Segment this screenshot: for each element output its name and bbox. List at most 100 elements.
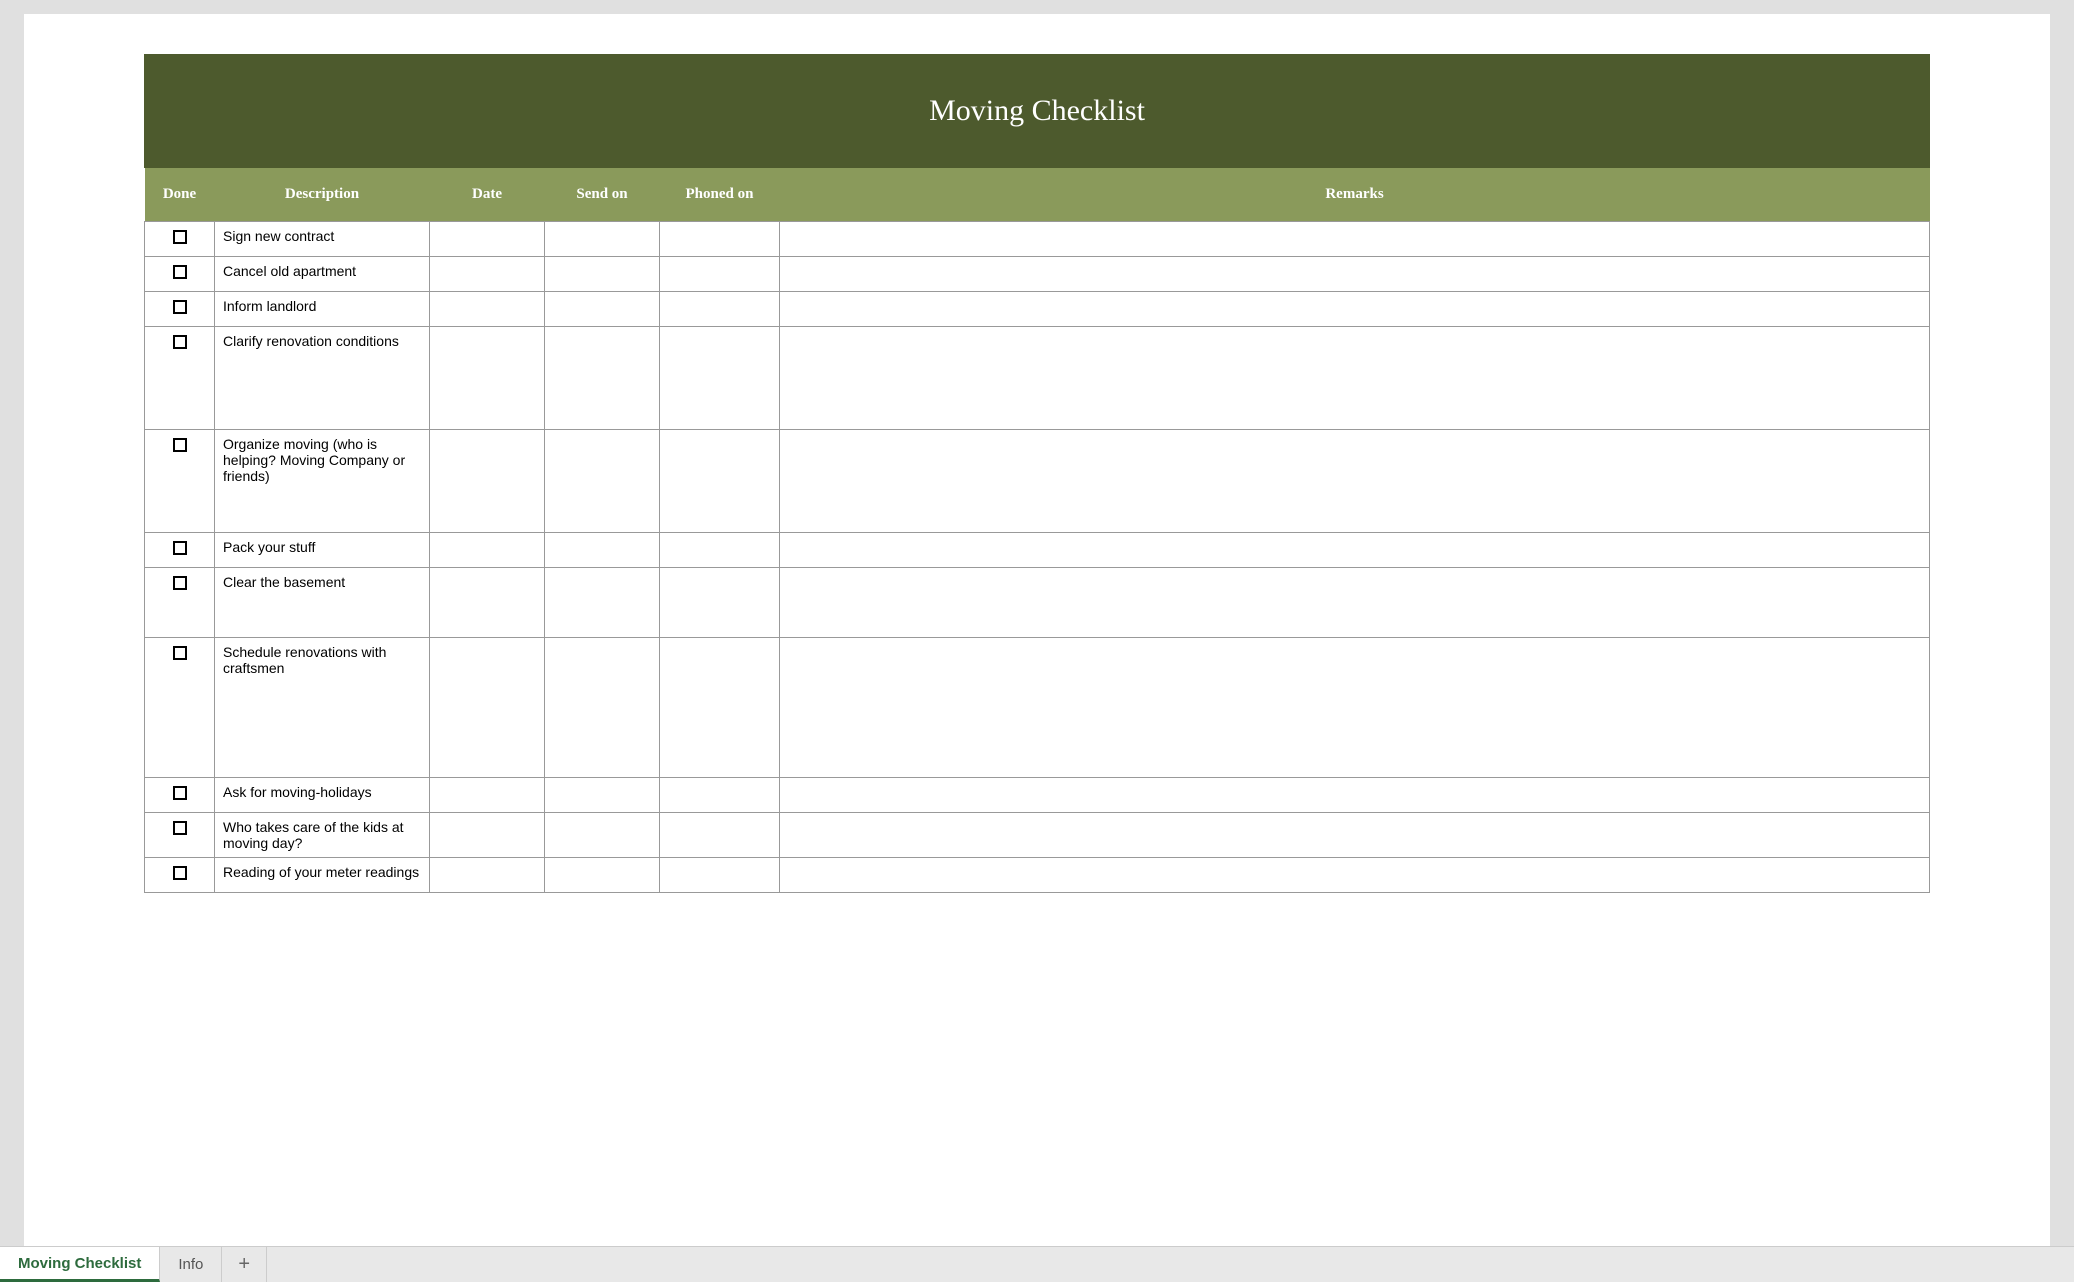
checkbox-icon[interactable] xyxy=(173,265,187,279)
sendon-cell[interactable] xyxy=(545,257,660,292)
description-cell[interactable]: Schedule renovations with craftsmen xyxy=(215,638,430,778)
sendon-cell[interactable] xyxy=(545,222,660,257)
table-row: Organize moving (who is helping? Moving … xyxy=(145,430,1930,533)
description-cell[interactable]: Who takes care of the kids at moving day… xyxy=(215,813,430,858)
description-cell[interactable]: Sign new contract xyxy=(215,222,430,257)
description-cell[interactable]: Reading of your meter readings xyxy=(215,858,430,893)
date-cell[interactable] xyxy=(430,430,545,533)
sendon-cell[interactable] xyxy=(545,327,660,430)
table-row: Ask for moving-holidays xyxy=(145,778,1930,813)
phonedon-cell[interactable] xyxy=(660,430,780,533)
remarks-cell[interactable] xyxy=(780,292,1930,327)
sheet-tab[interactable]: Moving Checklist xyxy=(0,1247,160,1282)
date-cell[interactable] xyxy=(430,257,545,292)
done-cell[interactable] xyxy=(145,568,215,638)
done-cell[interactable] xyxy=(145,292,215,327)
remarks-cell[interactable] xyxy=(780,430,1930,533)
description-cell[interactable]: Clarify renovation conditions xyxy=(215,327,430,430)
remarks-cell[interactable] xyxy=(780,327,1930,430)
done-cell[interactable] xyxy=(145,778,215,813)
sheet-tab[interactable]: Info xyxy=(160,1247,222,1282)
header-done: Done xyxy=(145,168,215,222)
phonedon-cell[interactable] xyxy=(660,533,780,568)
remarks-cell[interactable] xyxy=(780,813,1930,858)
sendon-cell[interactable] xyxy=(545,858,660,893)
done-cell[interactable] xyxy=(145,430,215,533)
phonedon-cell[interactable] xyxy=(660,327,780,430)
add-sheet-button[interactable]: + xyxy=(222,1247,267,1282)
table-row: Clarify renovation conditions xyxy=(145,327,1930,430)
remarks-cell[interactable] xyxy=(780,778,1930,813)
phonedon-cell[interactable] xyxy=(660,568,780,638)
date-cell[interactable] xyxy=(430,568,545,638)
date-cell[interactable] xyxy=(430,638,545,778)
description-cell[interactable]: Organize moving (who is helping? Moving … xyxy=(215,430,430,533)
remarks-cell[interactable] xyxy=(780,257,1930,292)
remarks-cell[interactable] xyxy=(780,222,1930,257)
checkbox-icon[interactable] xyxy=(173,300,187,314)
phonedon-cell[interactable] xyxy=(660,778,780,813)
header-description: Description xyxy=(215,168,430,222)
table-row: Schedule renovations with craftsmen xyxy=(145,638,1930,778)
table-row: Pack your stuff xyxy=(145,533,1930,568)
description-cell[interactable]: Cancel old apartment xyxy=(215,257,430,292)
sendon-cell[interactable] xyxy=(545,778,660,813)
done-cell[interactable] xyxy=(145,638,215,778)
checkbox-icon[interactable] xyxy=(173,821,187,835)
header-date: Date xyxy=(430,168,545,222)
table-row: Cancel old apartment xyxy=(145,257,1930,292)
phonedon-cell[interactable] xyxy=(660,257,780,292)
sendon-cell[interactable] xyxy=(545,430,660,533)
table-row: Sign new contract xyxy=(145,222,1930,257)
date-cell[interactable] xyxy=(430,533,545,568)
checkbox-icon[interactable] xyxy=(173,335,187,349)
date-cell[interactable] xyxy=(430,813,545,858)
description-cell[interactable]: Clear the basement xyxy=(215,568,430,638)
description-cell[interactable]: Ask for moving-holidays xyxy=(215,778,430,813)
phonedon-cell[interactable] xyxy=(660,292,780,327)
checkbox-icon[interactable] xyxy=(173,786,187,800)
phonedon-cell[interactable] xyxy=(660,222,780,257)
checkbox-icon[interactable] xyxy=(173,866,187,880)
date-cell[interactable] xyxy=(430,858,545,893)
remarks-cell[interactable] xyxy=(780,638,1930,778)
table-row: Reading of your meter readings xyxy=(145,858,1930,893)
done-cell[interactable] xyxy=(145,813,215,858)
done-cell[interactable] xyxy=(145,222,215,257)
page-title: Moving Checklist xyxy=(144,54,1930,168)
done-cell[interactable] xyxy=(145,858,215,893)
sendon-cell[interactable] xyxy=(545,813,660,858)
phonedon-cell[interactable] xyxy=(660,813,780,858)
remarks-cell[interactable] xyxy=(780,858,1930,893)
date-cell[interactable] xyxy=(430,778,545,813)
phonedon-cell[interactable] xyxy=(660,858,780,893)
done-cell[interactable] xyxy=(145,533,215,568)
date-cell[interactable] xyxy=(430,327,545,430)
remarks-cell[interactable] xyxy=(780,568,1930,638)
checkbox-icon[interactable] xyxy=(173,230,187,244)
description-cell[interactable]: Inform landlord xyxy=(215,292,430,327)
sendon-cell[interactable] xyxy=(545,568,660,638)
phonedon-cell[interactable] xyxy=(660,638,780,778)
sendon-cell[interactable] xyxy=(545,533,660,568)
checkbox-icon[interactable] xyxy=(173,438,187,452)
checkbox-icon[interactable] xyxy=(173,646,187,660)
sendon-cell[interactable] xyxy=(545,292,660,327)
checklist-table: Done Description Date Send on Phoned on … xyxy=(144,168,1930,893)
checkbox-icon[interactable] xyxy=(173,541,187,555)
table-row: Clear the basement xyxy=(145,568,1930,638)
description-cell[interactable]: Pack your stuff xyxy=(215,533,430,568)
table-row: Who takes care of the kids at moving day… xyxy=(145,813,1930,858)
table-header-row: Done Description Date Send on Phoned on … xyxy=(145,168,1930,222)
table-row: Inform landlord xyxy=(145,292,1930,327)
header-sendon: Send on xyxy=(545,168,660,222)
sendon-cell[interactable] xyxy=(545,638,660,778)
done-cell[interactable] xyxy=(145,327,215,430)
done-cell[interactable] xyxy=(145,257,215,292)
date-cell[interactable] xyxy=(430,292,545,327)
checkbox-icon[interactable] xyxy=(173,576,187,590)
date-cell[interactable] xyxy=(430,222,545,257)
page-wrapper: Moving Checklist Done Description Date S… xyxy=(24,14,2050,1246)
remarks-cell[interactable] xyxy=(780,533,1930,568)
content-area: Moving Checklist Done Description Date S… xyxy=(24,14,2050,1246)
